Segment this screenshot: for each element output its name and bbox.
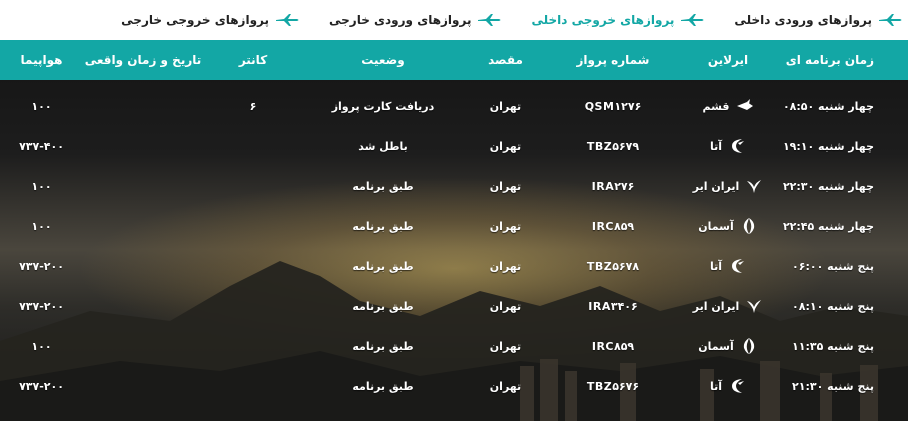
aseman-logo-icon [740, 337, 758, 355]
cell-airline: آسمان [678, 217, 778, 235]
cell-time: چهار شنبه ۰۸:۵۰ [782, 99, 874, 113]
cell-airline: آتا [678, 257, 778, 275]
cell-destination: تهران [489, 99, 522, 113]
airline-name: آتا [709, 139, 723, 153]
airline-name: قشم [702, 99, 730, 113]
airline-name: آسمان [698, 219, 734, 233]
table-header: زمان برنامه ای ایرلاین شماره پرواز مقصد … [0, 40, 908, 80]
airline-name: ایران ایر [692, 299, 740, 313]
table-row: چهار شنبه ۲۲:۳۰ ایران ایر IRA۲۷۶ تهران طبق ب… [0, 166, 908, 206]
cell-destination: تهران [489, 299, 522, 313]
table-row: چهار شنبه ۰۸:۵۰ قشم QSM۱۲۷۶ تهران دریافت کار… [0, 86, 908, 126]
cell-status: دریافت کارت پرواز [331, 99, 435, 113]
cell-time: پنج شنبه ۰۶:۰۰ [792, 259, 874, 273]
cell-airline: ایران ایر [678, 177, 778, 195]
table-row: چهار شنبه ۲۲:۴۵ آسمان IRC۸۵۹ تهران طبق برنام… [0, 206, 908, 246]
cell-counter: ۶ [249, 99, 257, 113]
airline-name: ایران ایر [692, 179, 740, 193]
ata-logo-icon [728, 137, 746, 155]
cell-flight-number: TBZ۵۶۷۹ [586, 139, 640, 153]
col-header-real-time: تاریخ و زمان واقعی [84, 53, 202, 67]
cell-aircraft: ۱۰۰ [31, 339, 52, 353]
tab-label: پروازهای خروجی داخلی [531, 13, 675, 27]
cell-aircraft: ۱۰۰ [31, 219, 52, 233]
cell-time: چهار شنبه ۱۹:۱۰ [782, 139, 874, 153]
ata-logo-icon [728, 257, 746, 275]
col-header-time: زمان برنامه ای [785, 53, 874, 67]
cell-destination: تهران [489, 139, 522, 153]
cell-status: طبق برنامه [352, 259, 414, 273]
table-row: چهار شنبه ۱۹:۱۰ آتا TBZ۵۶۷۹ تهران باطل شد ۷۳۷… [0, 126, 908, 166]
col-header-aircraft: هواپیما [20, 53, 63, 67]
tab-1[interactable]: پروازهای خروجی داخلی [531, 13, 706, 27]
iran-air-logo-icon [745, 177, 763, 195]
cell-time: پنج شنبه ۰۸:۱۰ [792, 299, 874, 313]
cell-flight-number: IRC۸۵۹ [591, 219, 635, 233]
plane-icon [878, 13, 904, 27]
cell-aircraft: ۱۰۰ [31, 99, 52, 113]
table-row: پنج شنبه ۰۸:۱۰ ایران ایر IRA۳۴۰۶ تهران طبق ب… [0, 286, 908, 326]
plane-icon [477, 13, 503, 27]
cell-flight-number: IRA۲۷۶ [591, 179, 635, 193]
cell-airline: قشم [678, 97, 778, 115]
aseman-logo-icon [740, 217, 758, 235]
airline-name: آتا [709, 259, 723, 273]
cell-time: چهار شنبه ۲۲:۳۰ [782, 179, 874, 193]
cell-status: طبق برنامه [352, 179, 414, 193]
cell-destination: تهران [489, 259, 522, 273]
cell-airline: آتا [678, 377, 778, 395]
tab-3[interactable]: پروازهای خروجی خارجی [121, 13, 301, 27]
cell-airline: ایران ایر [678, 297, 778, 315]
ata-logo-icon [728, 377, 746, 395]
cell-status: طبق برنامه [352, 339, 414, 353]
cell-flight-number: IRC۸۵۹ [591, 339, 635, 353]
cell-flight-number: TBZ۵۶۷۶ [586, 379, 640, 393]
flight-board: زمان برنامه ای ایرلاین شماره پرواز مقصد … [0, 40, 908, 421]
cell-flight-number: IRA۳۴۰۶ [588, 299, 638, 313]
cell-flight-number: TBZ۵۶۷۸ [586, 259, 640, 273]
table-row: پنج شنبه ۲۱:۳۰ آتا TBZ۵۶۷۶ تهران طبق برنامه ۷… [0, 366, 908, 406]
col-header-status: وضعیت [361, 53, 405, 67]
col-header-destination: مقصد [488, 53, 523, 67]
cell-airline: آسمان [678, 337, 778, 355]
cell-status: طبق برنامه [352, 219, 414, 233]
tab-label: پروازهای ورودی داخلی [734, 13, 872, 27]
airline-name: آتا [709, 379, 723, 393]
cell-destination: تهران [489, 219, 522, 233]
flight-tabs: پروازهای ورودی داخلی پروازهای خروجی داخلی… [0, 0, 908, 40]
tab-0[interactable]: پروازهای ورودی داخلی [734, 13, 904, 27]
airline-name: آسمان [698, 339, 734, 353]
col-header-airline: ایرلاین [707, 53, 749, 67]
cell-status: طبق برنامه [352, 379, 414, 393]
cell-airline: آتا [678, 137, 778, 155]
cell-destination: تهران [489, 379, 522, 393]
cell-time: چهار شنبه ۲۲:۴۵ [782, 219, 874, 233]
cell-aircraft: ۱۰۰ [31, 179, 52, 193]
col-header-counter: کانتر [238, 53, 268, 67]
cell-destination: تهران [489, 339, 522, 353]
iran-air-logo-icon [745, 297, 763, 315]
tab-2[interactable]: پروازهای ورودی خارجی [329, 13, 503, 27]
table-row: پنج شنبه ۱۱:۳۵ آسمان IRC۸۵۹ تهران طبق برنامه… [0, 326, 908, 366]
flight-table-body: چهار شنبه ۰۸:۵۰ قشم QSM۱۲۷۶ تهران دریافت کار… [0, 86, 908, 406]
qeshm-air-logo-icon [736, 97, 754, 115]
tab-label: پروازهای خروجی خارجی [121, 13, 269, 27]
plane-icon [275, 13, 301, 27]
cell-aircraft: ۷۳۷-۲۰۰ [19, 379, 64, 393]
cell-status: طبق برنامه [352, 299, 414, 313]
cell-time: پنج شنبه ۱۱:۳۵ [792, 339, 874, 353]
cell-aircraft: ۷۳۷-۲۰۰ [19, 259, 64, 273]
cell-destination: تهران [489, 179, 522, 193]
cell-time: پنج شنبه ۲۱:۳۰ [792, 379, 874, 393]
cell-flight-number: QSM۱۲۷۶ [584, 99, 642, 113]
tab-label: پروازهای ورودی خارجی [329, 13, 472, 27]
cell-aircraft: ۷۳۷-۴۰۰ [19, 139, 64, 153]
cell-aircraft: ۷۳۷-۲۰۰ [19, 299, 64, 313]
col-header-flight: شماره پرواز [576, 53, 650, 67]
cell-status: باطل شد [358, 139, 408, 153]
table-row: پنج شنبه ۰۶:۰۰ آتا TBZ۵۶۷۸ تهران طبق برنامه ۷… [0, 246, 908, 286]
plane-icon [680, 13, 706, 27]
